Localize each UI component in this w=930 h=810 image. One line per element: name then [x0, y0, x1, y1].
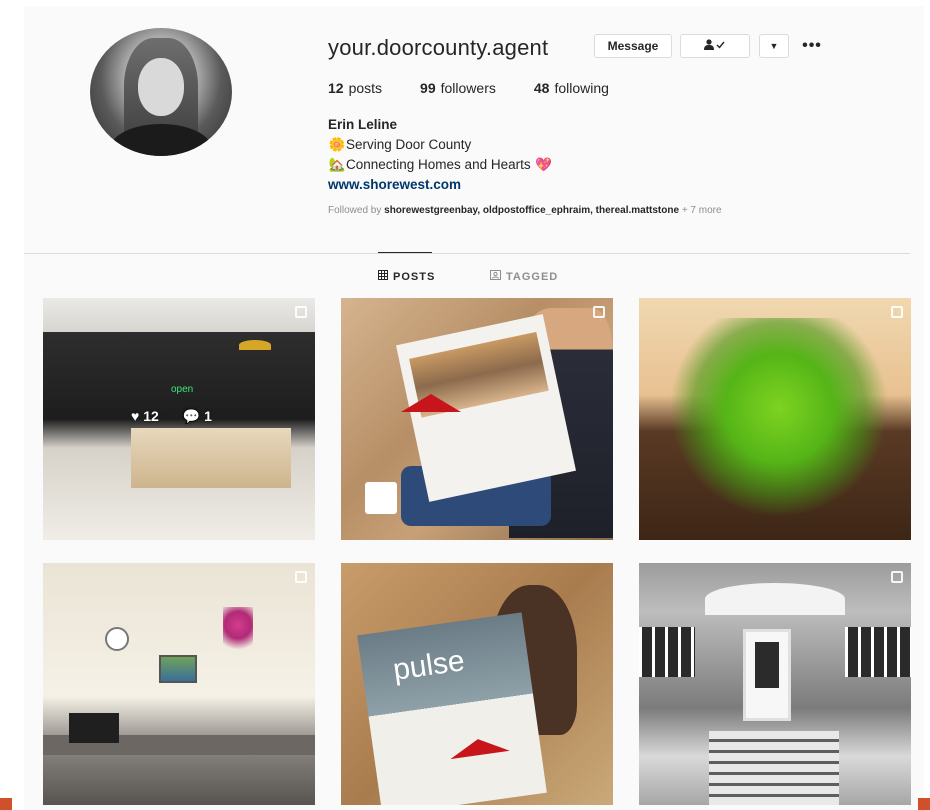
post-tile-office[interactable]: open ♥ 12 💬 1 [43, 298, 315, 540]
flower-icon: 🌼 [328, 137, 346, 152]
message-button[interactable]: Message [594, 34, 672, 58]
profile-full-name: Erin Leline [328, 117, 398, 132]
tab-posts[interactable]: POSTS [378, 270, 435, 283]
person-check-icon [704, 38, 726, 54]
profile-page: your.doorcounty.agent Message ▼ ••• 12 po… [24, 6, 924, 810]
photo-steps [709, 731, 839, 805]
photo-neon-sign: open [171, 384, 194, 395]
photo-lamp [239, 340, 271, 350]
following-stat[interactable]: 48 following [534, 80, 609, 96]
followed-by-names[interactable]: shorewestgreenbay, oldpostoffice_ephraim… [384, 205, 679, 216]
tabs-divider [24, 253, 910, 254]
likes-count: ♥ 12 [131, 408, 159, 424]
photo-newspaper [357, 612, 547, 805]
photo-mug [365, 482, 397, 514]
photo-porch-roof [705, 583, 845, 615]
bio-website-link[interactable]: www.shorewest.com [328, 177, 461, 192]
photo-orchid [223, 607, 253, 667]
following-button[interactable] [680, 34, 750, 58]
house-icon: 🏡 [328, 157, 346, 172]
followers-stat[interactable]: 99 followers [420, 80, 496, 96]
photo-logo-roof [401, 394, 461, 412]
photo-fern [669, 318, 889, 518]
tag-portrait-icon [490, 270, 501, 283]
photo-window-left [639, 627, 695, 677]
bio-line-2: 🏡Connecting Homes and Hearts 💖 [328, 155, 552, 175]
comments-count: 💬 1 [182, 408, 212, 424]
edge-accent-left [0, 798, 12, 810]
photo-laptop [69, 713, 119, 743]
bio-line-1: 🌼Serving Door County [328, 135, 552, 155]
edge-accent-right [918, 798, 930, 810]
photo-painting [159, 655, 197, 683]
suggested-accounts-button[interactable]: ▼ [759, 34, 789, 58]
post-tile-house[interactable] [639, 563, 911, 805]
followed-by[interactable]: Followed by shorewestgreenbay, oldpostof… [328, 205, 722, 216]
profile-bio: Erin Leline 🌼Serving Door County 🏡Connec… [328, 115, 552, 195]
multi-image-icon [891, 571, 903, 583]
photo-window-right [845, 627, 911, 677]
multi-image-icon [295, 571, 307, 583]
tab-tagged[interactable]: TAGGED [490, 270, 558, 283]
post-tile-reading-pulse[interactable] [341, 298, 613, 540]
followed-by-more[interactable]: + 7 more [682, 205, 722, 216]
photo-counter [131, 428, 291, 488]
multi-image-icon [891, 306, 903, 318]
posts-stat: 12 posts [328, 80, 383, 96]
multi-image-icon [295, 306, 307, 318]
post-hover-overlay: ♥ 12 💬 1 [131, 408, 212, 425]
grid-icon [378, 270, 388, 283]
profile-avatar[interactable] [90, 28, 232, 156]
photo-door [743, 629, 791, 721]
post-tile-home-office[interactable] [43, 563, 315, 805]
heart-icon: 💖 [534, 157, 552, 172]
profile-username: your.doorcounty.agent [328, 35, 549, 60]
post-tile-fern[interactable] [639, 298, 911, 540]
active-tab-indicator [378, 252, 432, 253]
photo-clock [105, 627, 129, 651]
more-options-button[interactable]: ••• [796, 36, 828, 56]
post-tile-behind-pulse[interactable]: pulse [341, 563, 613, 805]
profile-stats: 12 posts 99 followers 48 following [328, 80, 609, 96]
avatar-face [138, 58, 184, 116]
multi-image-icon [593, 306, 605, 318]
